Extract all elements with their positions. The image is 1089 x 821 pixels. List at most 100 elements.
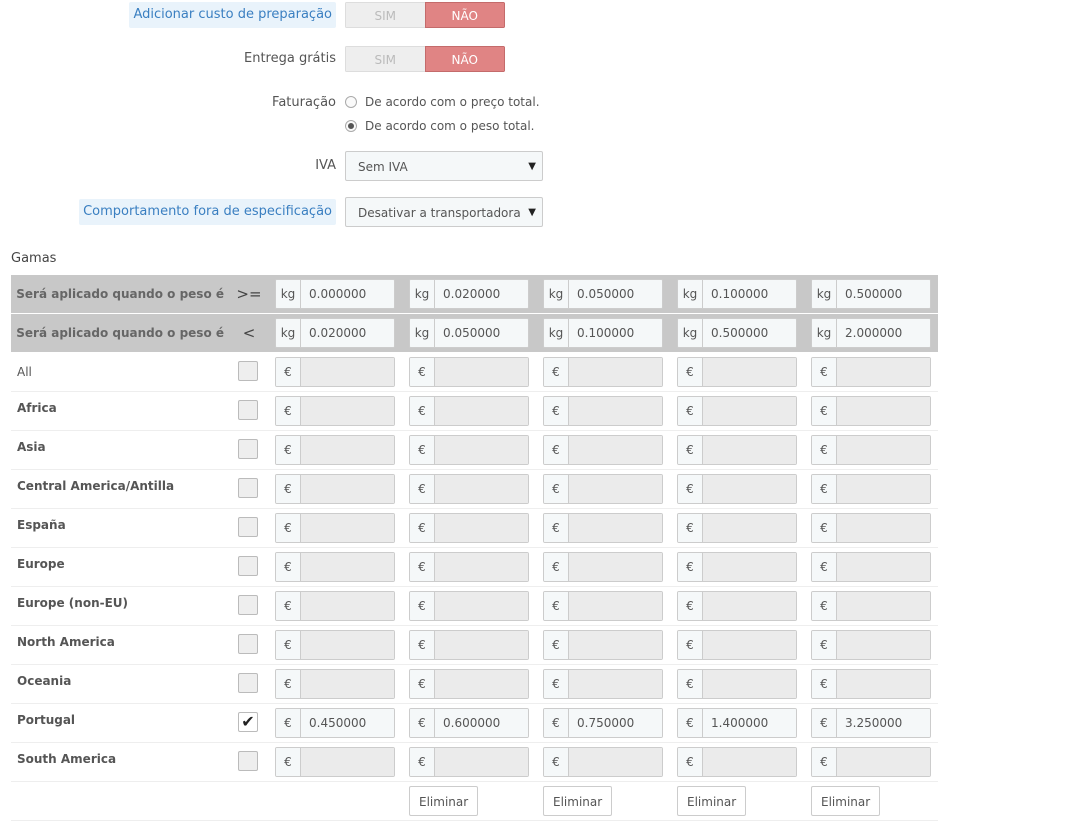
input-value[interactable] <box>301 436 394 464</box>
billing-price-radio[interactable] <box>345 96 357 108</box>
zone-checkbox[interactable] <box>238 439 258 459</box>
zone-price-input[interactable]: € <box>409 591 529 621</box>
zone-price-input[interactable]: €0.450000 <box>275 708 395 738</box>
zone-price-input[interactable]: €0.750000 <box>543 708 663 738</box>
zone-price-input[interactable]: € <box>409 552 529 582</box>
zone-price-input[interactable]: € <box>543 357 663 387</box>
zone-price-input[interactable]: € <box>275 435 395 465</box>
input-value[interactable] <box>569 670 662 698</box>
zone-price-input[interactable]: € <box>543 552 663 582</box>
zone-price-input[interactable]: € <box>811 669 931 699</box>
free-shipping-no[interactable]: NÃO <box>424 46 505 72</box>
zone-price-input[interactable]: € <box>543 435 663 465</box>
input-value[interactable]: 1.400000 <box>703 709 796 737</box>
input-value[interactable] <box>837 748 930 776</box>
zone-price-input[interactable]: € <box>811 513 931 543</box>
handling-cost-label[interactable]: Adicionar custo de preparação <box>129 2 336 28</box>
zone-price-input[interactable]: € <box>409 513 529 543</box>
range-from-input[interactable]: kg 0.500000 <box>811 279 931 309</box>
input-value[interactable] <box>435 592 528 620</box>
zone-checkbox[interactable] <box>238 478 258 498</box>
zone-price-input[interactable]: € <box>677 357 797 387</box>
input-value[interactable] <box>569 553 662 581</box>
zone-price-input[interactable]: € <box>275 669 395 699</box>
zone-price-input[interactable]: € <box>409 474 529 504</box>
input-value[interactable] <box>837 553 930 581</box>
free-shipping-toggle[interactable]: SIM NÃO <box>345 46 505 72</box>
zone-checkbox[interactable] <box>238 556 258 576</box>
range-to-input[interactable]: kg 2.000000 <box>811 318 931 348</box>
range-from-input[interactable]: kg 0.000000 <box>275 279 395 309</box>
zone-price-input[interactable]: € <box>409 630 529 660</box>
zone-price-input[interactable]: € <box>811 474 931 504</box>
input-value[interactable] <box>703 553 796 581</box>
zone-price-input[interactable]: € <box>811 591 931 621</box>
handling-cost-toggle[interactable]: SIM NÃO <box>345 2 505 28</box>
billing-option-price[interactable]: De acordo com o preço total. <box>345 92 540 112</box>
input-value[interactable]: 0.050000 <box>435 319 528 347</box>
zone-price-input[interactable]: € <box>275 357 395 387</box>
zone-price-input[interactable]: € <box>811 552 931 582</box>
input-value[interactable] <box>435 631 528 659</box>
zone-checkbox[interactable] <box>238 517 258 537</box>
zone-price-input[interactable]: € <box>275 396 395 426</box>
input-value[interactable] <box>435 475 528 503</box>
range-from-input[interactable]: kg 0.050000 <box>543 279 663 309</box>
input-value[interactable] <box>301 358 394 386</box>
zone-price-input[interactable]: € <box>409 357 529 387</box>
input-value[interactable] <box>837 514 930 542</box>
input-value[interactable]: 0.500000 <box>703 319 796 347</box>
input-value[interactable] <box>435 436 528 464</box>
zone-checkbox[interactable] <box>238 400 258 420</box>
input-value[interactable]: 0.100000 <box>569 319 662 347</box>
input-value[interactable] <box>301 631 394 659</box>
zone-price-input[interactable]: € <box>811 630 931 660</box>
range-from-input[interactable]: kg 0.020000 <box>409 279 529 309</box>
zone-price-input[interactable]: € <box>677 435 797 465</box>
input-value[interactable] <box>837 475 930 503</box>
zone-price-input[interactable]: € <box>677 591 797 621</box>
zone-price-input[interactable]: € <box>543 630 663 660</box>
zone-price-input[interactable]: € <box>543 474 663 504</box>
input-value[interactable]: 2.000000 <box>837 319 930 347</box>
zone-price-input[interactable]: € <box>543 513 663 543</box>
input-value[interactable] <box>837 631 930 659</box>
input-value[interactable]: 0.020000 <box>301 319 394 347</box>
input-value[interactable] <box>837 436 930 464</box>
input-value[interactable] <box>703 475 796 503</box>
input-value[interactable] <box>703 592 796 620</box>
zone-price-input[interactable]: € <box>677 747 797 777</box>
zone-checkbox[interactable] <box>238 361 258 381</box>
zone-price-input[interactable]: € <box>677 669 797 699</box>
zone-price-input[interactable]: € <box>275 552 395 582</box>
zone-price-input[interactable]: € <box>409 396 529 426</box>
input-value[interactable]: 0.450000 <box>301 709 394 737</box>
zone-price-input[interactable]: € <box>811 747 931 777</box>
range-from-input[interactable]: kg 0.100000 <box>677 279 797 309</box>
zone-price-input[interactable]: €1.400000 <box>677 708 797 738</box>
input-value[interactable] <box>837 397 930 425</box>
zone-price-input[interactable]: € <box>677 552 797 582</box>
zone-price-input[interactable]: € <box>677 513 797 543</box>
input-value[interactable] <box>703 436 796 464</box>
zone-price-input[interactable]: € <box>275 474 395 504</box>
zone-price-input[interactable]: € <box>275 591 395 621</box>
handling-cost-yes[interactable]: SIM <box>345 2 425 28</box>
zone-checkbox[interactable] <box>238 751 258 771</box>
zone-price-input[interactable]: € <box>677 630 797 660</box>
input-value[interactable] <box>837 670 930 698</box>
input-value[interactable] <box>703 631 796 659</box>
input-value[interactable] <box>301 592 394 620</box>
free-shipping-yes[interactable]: SIM <box>345 46 425 72</box>
input-value[interactable] <box>569 358 662 386</box>
input-value[interactable] <box>301 397 394 425</box>
input-value[interactable] <box>435 748 528 776</box>
input-value[interactable] <box>569 436 662 464</box>
input-value[interactable] <box>569 397 662 425</box>
zone-price-input[interactable]: € <box>811 396 931 426</box>
input-value[interactable] <box>435 358 528 386</box>
range-to-input[interactable]: kg 0.020000 <box>275 318 395 348</box>
zone-price-input[interactable]: € <box>543 669 663 699</box>
zone-price-input[interactable]: € <box>275 513 395 543</box>
input-value[interactable] <box>435 397 528 425</box>
